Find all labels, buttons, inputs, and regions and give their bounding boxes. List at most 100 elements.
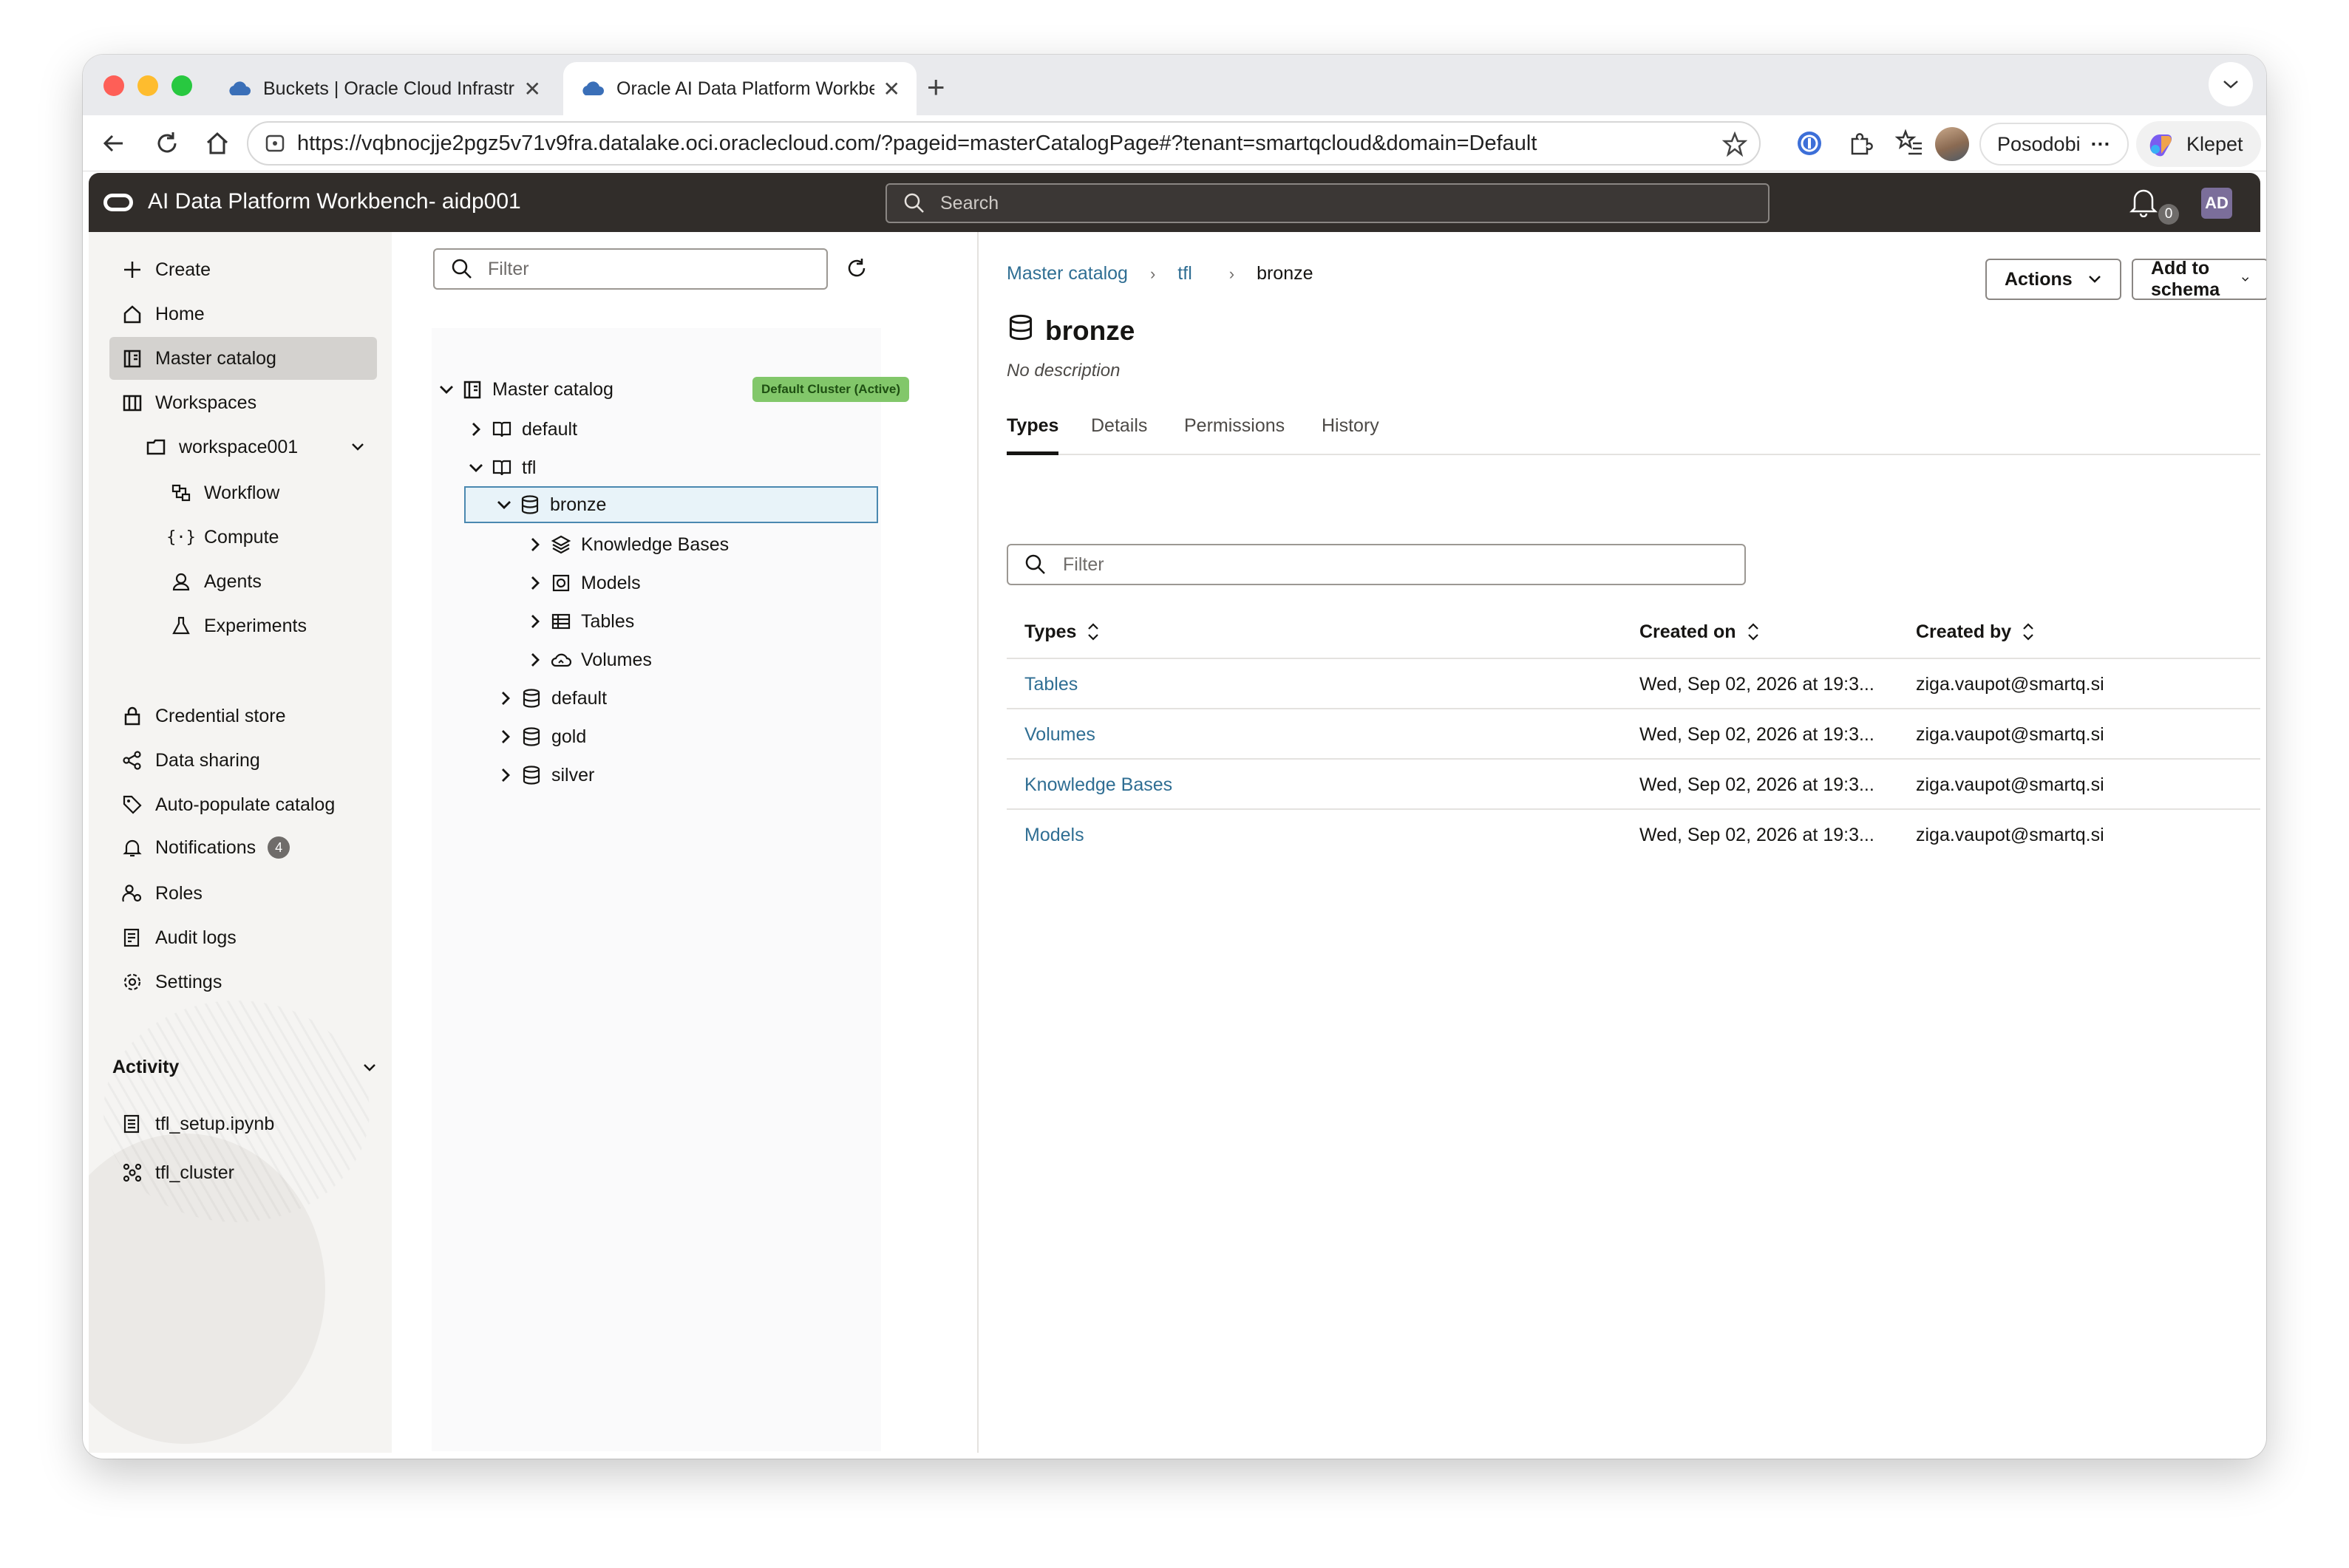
chevron-right-icon[interactable] xyxy=(497,729,514,745)
nav-settings[interactable]: Settings xyxy=(109,961,377,1003)
type-link[interactable]: Knowledge Bases xyxy=(1024,760,1172,810)
column-header-types[interactable]: Types xyxy=(1024,606,1100,658)
nav-experiments[interactable]: Experiments xyxy=(158,604,377,647)
tab-permissions[interactable]: Permissions xyxy=(1184,415,1285,455)
close-tab-icon[interactable]: ✕ xyxy=(524,77,541,101)
nav-workspaces[interactable]: Workspaces xyxy=(109,381,377,424)
nav-audit-logs[interactable]: Audit logs xyxy=(109,916,377,959)
update-button[interactable]: Posodobi ··· xyxy=(1979,123,2129,166)
more-icon[interactable]: ··· xyxy=(2091,133,2111,156)
created-by-cell: ziga.vaupot@smartq.si xyxy=(1916,774,2104,795)
new-tab-button[interactable]: + xyxy=(927,69,945,105)
tree-node-label: default xyxy=(522,418,578,440)
tab-history[interactable]: History xyxy=(1322,415,1379,455)
nav-agents[interactable]: Agents xyxy=(158,560,377,603)
profile-avatar[interactable] xyxy=(1935,127,1969,161)
tree-node-models[interactable]: Models xyxy=(526,565,641,601)
tree-node-label: Volumes xyxy=(581,649,652,670)
breadcrumb-tfl[interactable]: tfl xyxy=(1177,263,1192,284)
nav-workflow[interactable]: Workflow xyxy=(158,471,377,514)
type-link[interactable]: Tables xyxy=(1024,659,1078,709)
nav-workspace001[interactable]: workspace001 xyxy=(133,426,377,468)
maximize-window-button[interactable] xyxy=(171,75,192,96)
chevron-down-icon[interactable] xyxy=(362,1063,377,1073)
tree-node-master-catalog[interactable]: Master catalog xyxy=(438,371,613,408)
refresh-icon[interactable] xyxy=(846,257,868,279)
chevron-right-icon[interactable] xyxy=(526,652,544,668)
table-row: Tables Wed, Sep 02, 2026 at 19:3... ziga… xyxy=(1007,658,2260,708)
minimize-window-button[interactable] xyxy=(137,75,158,96)
tree-node-catalog-tfl[interactable]: tfl xyxy=(467,449,536,486)
tree-node-schema-silver[interactable]: silver xyxy=(497,757,594,794)
activity-section-header[interactable]: Activity xyxy=(112,1057,380,1078)
type-link[interactable]: Models xyxy=(1024,810,1084,860)
add-to-schema-button[interactable]: Add to schema xyxy=(2132,258,2266,300)
activity-item-notebook[interactable]: tfl_setup.ipynb xyxy=(109,1102,377,1145)
notebook-icon xyxy=(121,1113,143,1135)
back-button[interactable] xyxy=(98,127,130,160)
reload-button[interactable] xyxy=(151,127,183,160)
tree-node-schema-bronze[interactable]: bronze xyxy=(464,486,878,523)
browser-tab-label: Oracle AI Data Platform Workbench xyxy=(616,78,874,99)
close-tab-icon[interactable]: ✕ xyxy=(883,77,900,101)
browser-window: Buckets | Oracle Cloud Infrastructure ✕ … xyxy=(83,55,2266,1459)
chevron-right-icon[interactable] xyxy=(526,536,544,553)
tree-node-volumes[interactable]: Volumes xyxy=(526,641,652,678)
breadcrumb-master-catalog[interactable]: Master catalog xyxy=(1007,263,1128,284)
url-bar[interactable]: https://vqbnocjje2pgz5v71v9fra.datalake.… xyxy=(247,121,1761,166)
tree-node-catalog-default[interactable]: default xyxy=(467,411,577,448)
password-manager-icon[interactable] xyxy=(1795,129,1824,158)
copilot-button[interactable]: Klepet xyxy=(2136,121,2261,167)
tree-node-tables[interactable]: Tables xyxy=(526,603,634,640)
copilot-label: Klepet xyxy=(2186,132,2243,155)
chevron-down-icon[interactable] xyxy=(495,499,513,511)
tree-node-label: gold xyxy=(551,726,587,747)
nav-master-catalog[interactable]: Master catalog xyxy=(109,337,377,380)
tab-details[interactable]: Details xyxy=(1091,415,1147,455)
sort-icon[interactable] xyxy=(1747,622,1760,641)
chevron-right-icon[interactable] xyxy=(526,575,544,591)
chevron-right-icon[interactable] xyxy=(526,613,544,630)
tree-node-knowledge-bases[interactable]: Knowledge Bases xyxy=(526,526,729,563)
actions-button[interactable]: Actions xyxy=(1985,259,2121,300)
tab-list-button[interactable] xyxy=(2209,62,2253,106)
chevron-down-icon[interactable] xyxy=(467,462,485,474)
column-header-created-by[interactable]: Created by xyxy=(1916,606,2035,658)
nav-home[interactable]: Home xyxy=(109,293,377,335)
browser-tab-buckets[interactable]: Buckets | Oracle Cloud Infrastructure ✕ xyxy=(210,62,557,115)
tree-filter-input[interactable]: Filter xyxy=(433,248,828,290)
nav-roles[interactable]: Roles xyxy=(109,872,377,915)
activity-item-cluster[interactable]: tfl_cluster xyxy=(109,1151,377,1194)
types-filter-input[interactable]: Filter xyxy=(1007,544,1746,585)
column-header-created-on[interactable]: Created on xyxy=(1639,606,1760,658)
nav-auto-populate-catalog[interactable]: Auto-populate catalog xyxy=(109,783,377,826)
chevron-down-icon[interactable] xyxy=(350,442,365,452)
chevron-right-icon[interactable] xyxy=(467,421,485,437)
extensions-icon[interactable] xyxy=(1845,129,1874,158)
nav-create[interactable]: Create xyxy=(109,248,377,291)
bell-icon[interactable] xyxy=(2129,185,2158,217)
chevron-down-icon[interactable] xyxy=(438,384,455,395)
sort-icon[interactable] xyxy=(1087,622,1100,641)
nav-credential-store[interactable]: Credential store xyxy=(109,695,377,737)
chevron-right-icon[interactable] xyxy=(497,767,514,783)
favorites-icon[interactable] xyxy=(1895,129,1925,158)
close-window-button[interactable] xyxy=(103,75,124,96)
type-link[interactable]: Volumes xyxy=(1024,709,1095,760)
gear-icon xyxy=(121,971,143,993)
sort-icon[interactable] xyxy=(2022,622,2035,641)
tab-types[interactable]: Types xyxy=(1007,415,1059,455)
browser-tab-workbench[interactable]: Oracle AI Data Platform Workbench ✕ xyxy=(563,62,917,115)
user-avatar[interactable]: AD xyxy=(2201,188,2232,219)
chevron-right-icon[interactable] xyxy=(497,690,514,706)
oracle-logo-icon[interactable] xyxy=(103,194,133,211)
tree-node-schema-gold[interactable]: gold xyxy=(497,718,586,755)
nav-compute[interactable]: {·} Compute xyxy=(158,516,377,559)
star-icon[interactable] xyxy=(1722,132,1747,157)
site-info-icon[interactable] xyxy=(265,133,285,154)
home-button[interactable] xyxy=(201,127,234,160)
global-search-input[interactable]: Search xyxy=(885,183,1770,223)
tree-node-schema-default[interactable]: default xyxy=(497,680,607,717)
nav-notifications[interactable]: Notifications 4 xyxy=(109,826,377,869)
nav-data-sharing[interactable]: Data sharing xyxy=(109,739,377,782)
